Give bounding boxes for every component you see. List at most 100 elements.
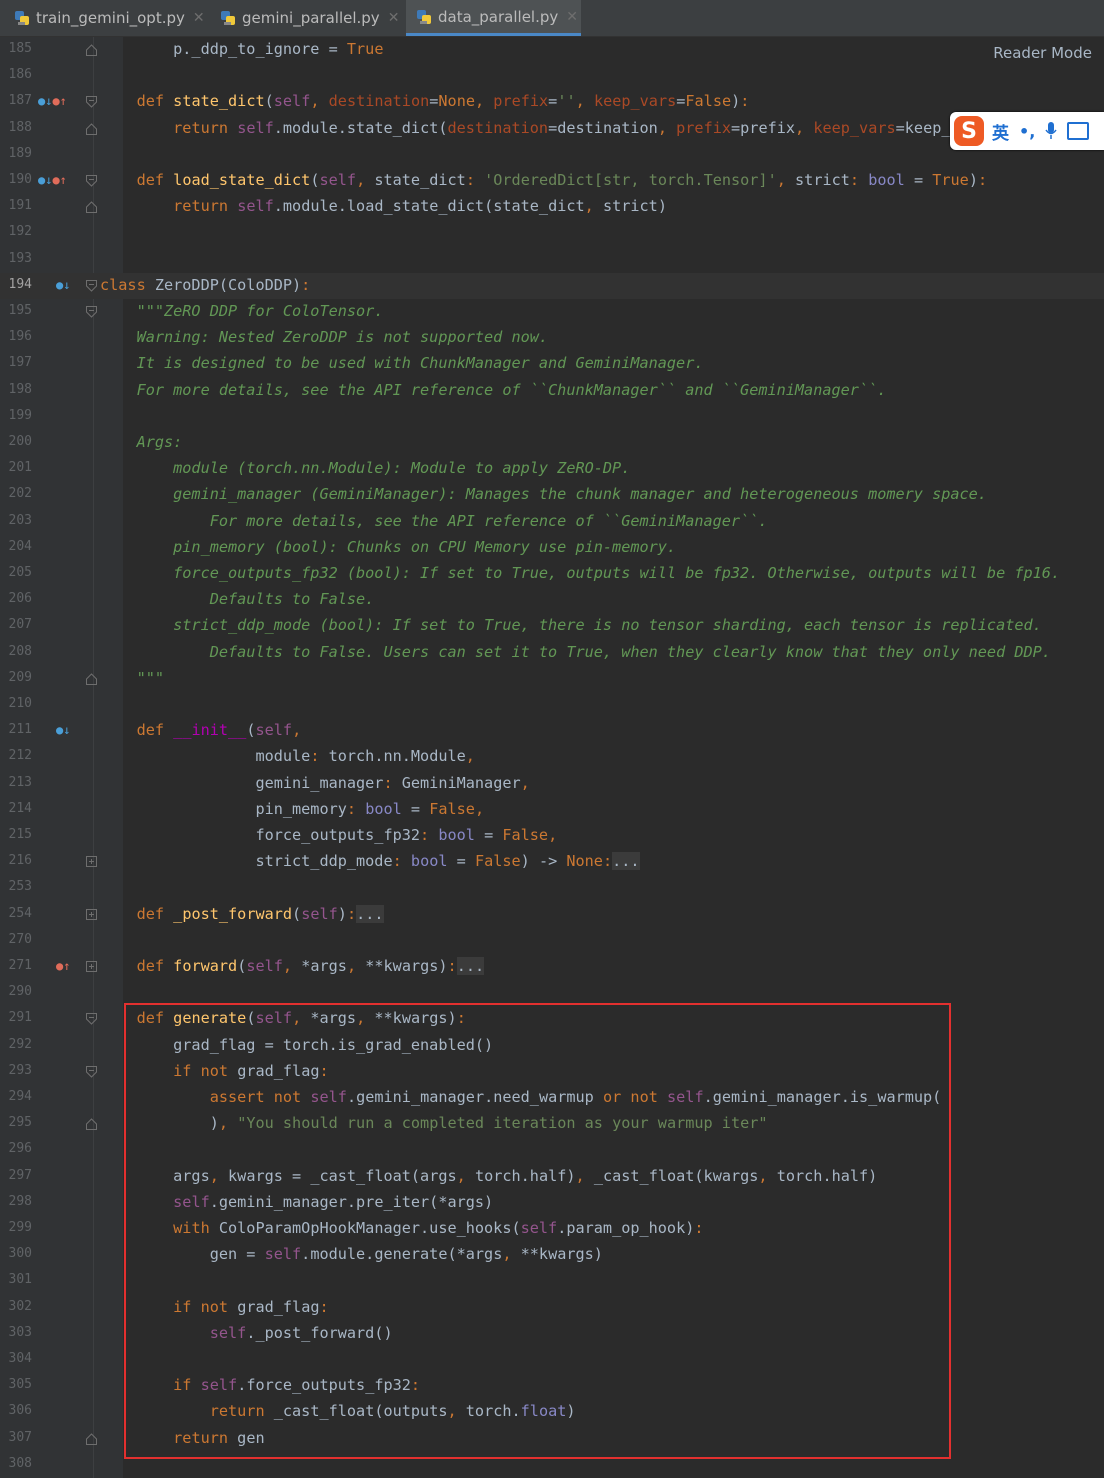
code-line[interactable]: 206 Defaults to False. (0, 587, 1104, 613)
code-line[interactable]: 213 gemini_manager: GeminiManager, (0, 771, 1104, 797)
code-text[interactable]: For more details, see the API reference … (100, 381, 887, 399)
code-text[interactable]: def __init__(self, (100, 721, 302, 739)
code-text[interactable]: Warning: Nested ZeroDDP is not supported… (100, 328, 548, 346)
code-text[interactable]: def _post_forward(self):... (100, 904, 384, 923)
code-text[interactable]: force_outputs_fp32 (bool): If set to Tru… (100, 564, 1060, 582)
collapse-fold-icon[interactable] (86, 673, 97, 685)
code-line[interactable]: 207 strict_ddp_mode (bool): If set to Tr… (0, 613, 1104, 639)
code-text[interactable]: gemini_manager (GeminiManager): Manages … (100, 485, 987, 503)
code-line[interactable]: 188 return self.module.state_dict(destin… (0, 116, 1104, 142)
collapse-fold-icon[interactable] (86, 201, 97, 214)
collapse-fold-icon[interactable] (86, 1065, 97, 1078)
code-text[interactable]: def load_state_dict(self, state_dict: 'O… (100, 171, 988, 189)
code-line[interactable]: 202 gemini_manager (GeminiManager): Mana… (0, 482, 1104, 508)
code-line[interactable]: 203 For more details, see the API refere… (0, 509, 1104, 535)
expand-fold-icon[interactable] (86, 856, 97, 868)
code-text[interactable]: return self.module.state_dict(destinatio… (100, 119, 969, 137)
code-line[interactable]: 193 (0, 247, 1104, 273)
code-line[interactable]: 211 ●↓ def __init__(self, (0, 718, 1104, 744)
code-line[interactable]: 192 (0, 220, 1104, 246)
code-line[interactable]: 254 def _post_forward(self):... (0, 902, 1104, 928)
implemented-icon[interactable]: ●↓ (56, 723, 70, 737)
ime-language-toggle[interactable]: 英 (992, 119, 1009, 144)
expand-fold-icon[interactable] (86, 961, 97, 973)
tab-data-parallel[interactable]: data_parallel.py ✕ (406, 0, 581, 36)
line-number: 189 (8, 145, 32, 161)
collapse-fold-icon[interactable] (86, 1013, 97, 1026)
code-line[interactable]: 271 ●↑ def forward(self, *args, **kwargs)… (0, 954, 1104, 980)
code-line[interactable]: 197 It is designed to be used with Chunk… (0, 351, 1104, 377)
collapse-fold-icon[interactable] (86, 96, 97, 109)
code-text[interactable]: def state_dict(self, destination=None, p… (100, 92, 750, 110)
expand-fold-icon[interactable] (86, 908, 97, 921)
code-text[interactable]: module (torch.nn.Module): Module to appl… (100, 459, 630, 477)
code-line[interactable]: 198 For more details, see the API refere… (0, 378, 1104, 404)
code-text[interactable]: p._ddp_to_ignore = True (100, 40, 383, 58)
code-line[interactable]: 253 (0, 875, 1104, 901)
collapse-fold-icon[interactable] (86, 44, 97, 56)
collapse-fold-icon[interactable] (86, 1432, 97, 1445)
collapse-fold-icon[interactable] (86, 1118, 97, 1131)
code-line[interactable]: 208 Defaults to False. Users can set it … (0, 640, 1104, 666)
code-text[interactable]: For more details, see the API reference … (100, 512, 768, 530)
close-tab-icon[interactable]: ✕ (193, 10, 205, 26)
code-text[interactable]: force_outputs_fp32: bool = False, (100, 826, 557, 844)
microphone-icon[interactable] (1045, 121, 1057, 141)
code-text[interactable]: gemini_manager: GeminiManager, (100, 774, 529, 792)
override-implement-icon[interactable]: ●↓●↑ (38, 94, 67, 108)
code-line[interactable]: 191 return self.module.load_state_dict(s… (0, 194, 1104, 220)
code-text[interactable]: strict_ddp_mode: bool = False) -> None:.… (100, 852, 640, 871)
code-line[interactable]: 195 """ZeRO DDP for ColoTensor. (0, 299, 1104, 325)
code-text[interactable]: Args: (100, 433, 183, 451)
tab-gemini-parallel[interactable]: gemini_parallel.py ✕ (206, 0, 406, 36)
tab-label: data_parallel.py (438, 7, 559, 26)
code-line[interactable]: 201 module (torch.nn.Module): Module to … (0, 456, 1104, 482)
collapse-fold-icon[interactable] (86, 175, 97, 187)
code-line[interactable]: 216 strict_ddp_mode: bool = False) -> No… (0, 849, 1104, 875)
code-line[interactable]: 190 ●↓●↑ def load_state_dict(self, state_… (0, 168, 1104, 194)
code-line[interactable]: 186 (0, 63, 1104, 89)
code-line[interactable]: 209 """ (0, 666, 1104, 692)
code-text[interactable]: pin_memory: bool = False, (100, 800, 484, 818)
code-line[interactable]: 189 (0, 142, 1104, 168)
code-line[interactable]: 185 p._ddp_to_ignore = True (0, 37, 1104, 63)
close-tab-icon[interactable]: ✕ (388, 10, 400, 26)
keyboard-icon[interactable] (1067, 122, 1090, 140)
code-line[interactable]: 214 pin_memory: bool = False, (0, 797, 1104, 823)
code-line[interactable]: 215 force_outputs_fp32: bool = False, (0, 823, 1104, 849)
code-line[interactable]: 187 ●↓●↑ def state_dict(self, destination… (0, 89, 1104, 115)
code-line[interactable]: 196 Warning: Nested ZeroDDP is not suppo… (0, 325, 1104, 351)
code-line[interactable]: 212 module: torch.nn.Module, (0, 744, 1104, 770)
code-line[interactable]: 199 (0, 404, 1104, 430)
code-text[interactable]: class ZeroDDP(ColoDDP): (100, 276, 310, 294)
close-tab-icon[interactable]: ✕ (566, 9, 578, 25)
code-text[interactable]: """ (100, 669, 164, 687)
ime-punctuation-toggle[interactable]: •, (1019, 122, 1035, 141)
code-text[interactable]: """ZeRO DDP for ColoTensor. (100, 302, 384, 320)
line-number: 208 (8, 643, 32, 659)
override-implement-icon[interactable]: ●↓●↑ (38, 173, 67, 187)
code-line[interactable]: 200 Args: (0, 430, 1104, 456)
implemented-icon[interactable]: ●↓ (56, 278, 70, 292)
code-text[interactable]: module: torch.nn.Module, (100, 747, 475, 765)
tab-train-gemini-opt[interactable]: train_gemini_opt.py ✕ (0, 0, 206, 36)
tab-label: gemini_parallel.py (242, 9, 380, 27)
reader-mode-button[interactable]: Reader Mode (993, 44, 1092, 62)
code-text[interactable]: pin_memory (bool): Chunks on CPU Memory … (100, 538, 676, 556)
code-line[interactable]: 270 (0, 928, 1104, 954)
code-line[interactable]: 210 (0, 692, 1104, 718)
code-text[interactable]: It is designed to be used with ChunkMana… (100, 354, 704, 372)
code-line[interactable]: 204 pin_memory (bool): Chunks on CPU Mem… (0, 535, 1104, 561)
code-line[interactable]: 205 force_outputs_fp32 (bool): If set to… (0, 561, 1104, 587)
collapse-fold-icon[interactable] (86, 122, 97, 135)
code-text[interactable]: Defaults to False. Users can set it to T… (100, 643, 1051, 661)
code-text[interactable]: def forward(self, *args, **kwargs):... (100, 957, 485, 975)
code-text[interactable]: strict_ddp_mode (bool): If set to True, … (100, 616, 1042, 634)
overrides-icon[interactable]: ●↑ (56, 959, 70, 973)
ime-toolbar[interactable]: S 英 •, (950, 112, 1104, 150)
code-text[interactable]: Defaults to False. (100, 590, 375, 608)
collapse-fold-icon[interactable] (86, 279, 97, 292)
code-line[interactable]: 194 ●↓ class ZeroDDP(ColoDDP): (0, 272, 1104, 299)
collapse-fold-icon[interactable] (86, 306, 97, 318)
code-text[interactable]: return self.module.load_state_dict(state… (100, 197, 667, 215)
